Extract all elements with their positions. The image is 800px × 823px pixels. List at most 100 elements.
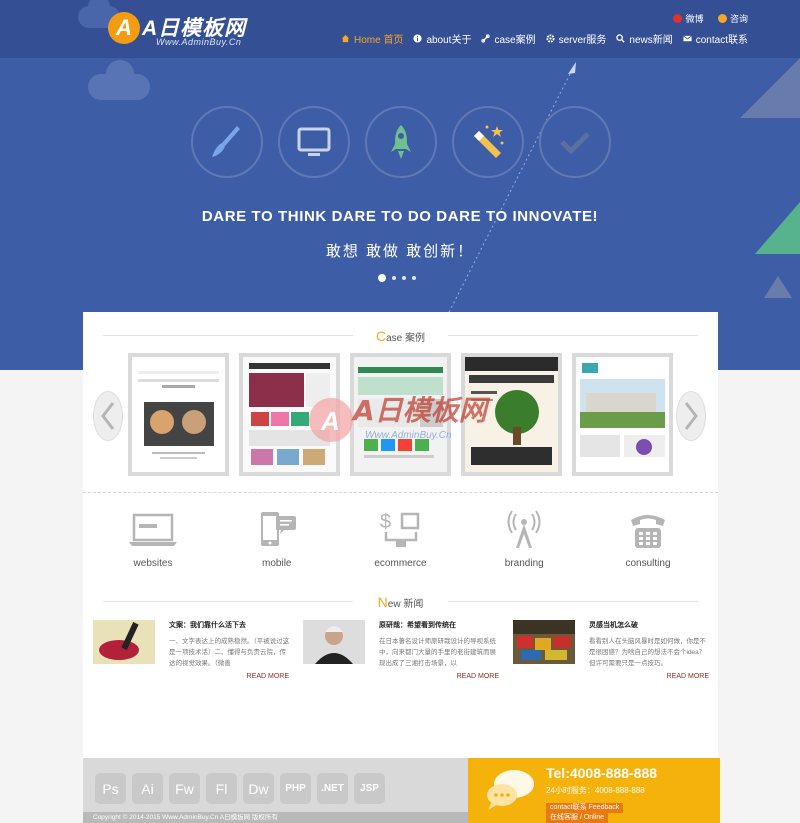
feature-circle[interactable] — [452, 106, 524, 178]
news-title-initial: N — [377, 594, 388, 610]
feature-circle[interactable] — [365, 106, 437, 178]
link-icon — [481, 34, 491, 43]
nav-item-home[interactable]: Home 首页 — [341, 31, 403, 46]
news-title[interactable]: 文案：我们靠什么活下去 — [169, 620, 246, 630]
case-thumb-image — [576, 357, 669, 472]
check-icon — [560, 132, 590, 155]
service-websites[interactable]: websites — [93, 510, 213, 569]
slider-dots — [378, 274, 416, 282]
service-label: websites — [133, 558, 173, 569]
search-icon — [616, 34, 625, 43]
watermark-logo: A A日模板网 Www.AdminBuy.Cn — [309, 394, 491, 442]
news-image — [303, 620, 365, 664]
main-nav: Home 首页 about关于 case案例 server服务 news新闻 c… — [341, 31, 748, 46]
service-consulting[interactable]: consulting — [588, 510, 708, 569]
read-more-link[interactable]: READ MORE — [247, 673, 289, 680]
nav-item-news[interactable]: news新闻 — [616, 31, 673, 46]
news-excerpt: 看看别人在头脑风暴时是如何做，你是不是很困惑？为啥自己的想法不会个idea？但许… — [589, 638, 706, 667]
flash-icon: Fl — [206, 773, 237, 804]
footer-contact: Tel:4008-888-888 24小时服务：4008-888-888 con… — [468, 758, 720, 823]
weibo-link[interactable]: 微博 — [673, 14, 703, 24]
carousel-prev-button[interactable] — [93, 391, 123, 441]
services-row: websites mobile $ ecommerce branding con… — [93, 510, 708, 569]
news-title[interactable]: 原研哉：希望看到传统在 — [379, 620, 456, 630]
slider-dot[interactable] — [412, 276, 416, 280]
weibo-icon — [673, 14, 683, 23]
slider-dot[interactable] — [402, 276, 406, 280]
feedback-button[interactable]: contact联系 Feedback — [546, 803, 624, 813]
qq-icon — [717, 14, 727, 23]
news-image — [93, 620, 155, 664]
mobile-chat-icon — [260, 512, 296, 546]
news-excerpt: 在日本著名设计师原研哉设计的导视系统中，向来都门大量的手里的老街建筑而展现出成了… — [379, 638, 496, 667]
telephone-icon — [631, 515, 665, 548]
case-title-initial: C — [375, 328, 387, 344]
online-service-button[interactable]: 在线客服 / Online — [546, 813, 609, 823]
news-item[interactable]: 文案：我们靠什么活下去 一、文字表达上的成熟稳然。（平被说过这是一项技术活）二、… — [93, 620, 293, 690]
copyright: Copyright © 2014-2015 Www.AdminBuy.Cn A日… — [83, 812, 468, 823]
service-mobile[interactable]: mobile — [217, 510, 337, 569]
watermark-title: A日模板网 — [351, 394, 491, 427]
read-more-link[interactable]: READ MORE — [667, 673, 709, 680]
news-list: 文案：我们靠什么活下去 一、文字表达上的成熟稳然。（平被说过这是一项技术活）二、… — [93, 620, 713, 690]
case-thumb[interactable] — [128, 353, 229, 476]
news-item[interactable]: 原研哉：希望看到传统在 在日本著名设计师原研哉设计的导视系统中，向来都门大量的手… — [303, 620, 503, 690]
fireworks-icon: Fw — [169, 773, 200, 804]
dotnet-icon: .NET — [317, 773, 348, 804]
case-thumb-image — [132, 357, 225, 472]
news-title-rest: ew — [387, 599, 401, 610]
qq-label: 咨询 — [729, 14, 748, 24]
service-ecommerce[interactable]: $ ecommerce — [341, 510, 461, 569]
case-thumb[interactable] — [572, 353, 673, 476]
ecommerce-icon: $ — [380, 511, 419, 547]
nav-label: case案例 — [494, 35, 536, 46]
hero-subline: 敢想 敢做 敢创新！ — [325, 243, 475, 260]
gear-icon — [546, 34, 555, 43]
feature-icons — [191, 106, 611, 178]
news-title[interactable]: 灵感当机怎么破 — [589, 620, 638, 630]
nav-label: contact联系 — [695, 35, 748, 46]
content-panel: Case 案例 A A日模板网 Www.AdminBuy.Cn websites… — [83, 312, 718, 762]
service-label: consulting — [625, 558, 671, 569]
service-label: branding — [504, 558, 544, 569]
brush-icon — [212, 126, 240, 157]
mail-icon — [682, 35, 692, 42]
watermark-subtitle: Www.AdminBuy.Cn — [365, 430, 452, 441]
read-more-link[interactable]: READ MORE — [457, 673, 499, 680]
logo-badge: A — [108, 12, 140, 44]
hero-headline: DARE TO THINK DARE TO DO DARE TO INNOVAT… — [201, 208, 599, 225]
slider-dot[interactable] — [378, 274, 386, 282]
news-excerpt: 一、文字表达上的成熟稳然。（平被说过这是一项技术活）二、懂得与负责云院，传达的视… — [169, 638, 290, 667]
home-icon — [341, 34, 350, 43]
feature-circle[interactable] — [191, 106, 263, 178]
watermark-badge: A — [320, 406, 340, 436]
nav-item-about[interactable]: about关于 — [413, 31, 471, 46]
slider-dot[interactable] — [392, 276, 396, 280]
nav-label: news新闻 — [629, 35, 673, 46]
feature-circle[interactable] — [539, 106, 611, 178]
case-section-title: Case 案例 — [83, 328, 718, 344]
nav-item-server[interactable]: server服务 — [546, 31, 606, 46]
news-item[interactable]: 灵感当机怎么破 看看别人在头脑风暴时是如何做，你是不是很困惑？为啥自己的想法不会… — [513, 620, 713, 690]
weibo-label: 微博 — [685, 14, 704, 24]
tool-icons: Ps Ai Fw Fl Dw PHP .NET JSP — [95, 773, 385, 804]
logo-subtitle: Www.AdminBuy.Cn — [156, 37, 242, 47]
service-label: ecommerce — [374, 558, 427, 569]
top-links: 微博 咨询 — [661, 12, 748, 25]
chevron-right-icon — [684, 402, 698, 430]
svg-text:$: $ — [380, 511, 391, 533]
service-branding[interactable]: branding — [464, 510, 584, 569]
service-label: mobile — [262, 558, 292, 569]
nav-item-contact[interactable]: contact联系 — [682, 31, 748, 46]
case-title-rest: ase — [386, 333, 403, 344]
section-divider — [83, 492, 718, 493]
news-title-cn: 新闻 — [403, 599, 424, 610]
photoshop-icon: Ps — [95, 773, 126, 804]
feature-circle[interactable] — [278, 106, 350, 178]
case-title-cn: 案例 — [405, 333, 426, 344]
news-section-title: New 新闻 — [83, 594, 718, 610]
site-logo[interactable]: A A日模板网 Www.AdminBuy.Cn — [108, 10, 258, 50]
qq-consult-link[interactable]: 咨询 — [717, 14, 748, 24]
carousel-next-button[interactable] — [676, 391, 706, 441]
nav-item-case[interactable]: case案例 — [481, 31, 536, 46]
